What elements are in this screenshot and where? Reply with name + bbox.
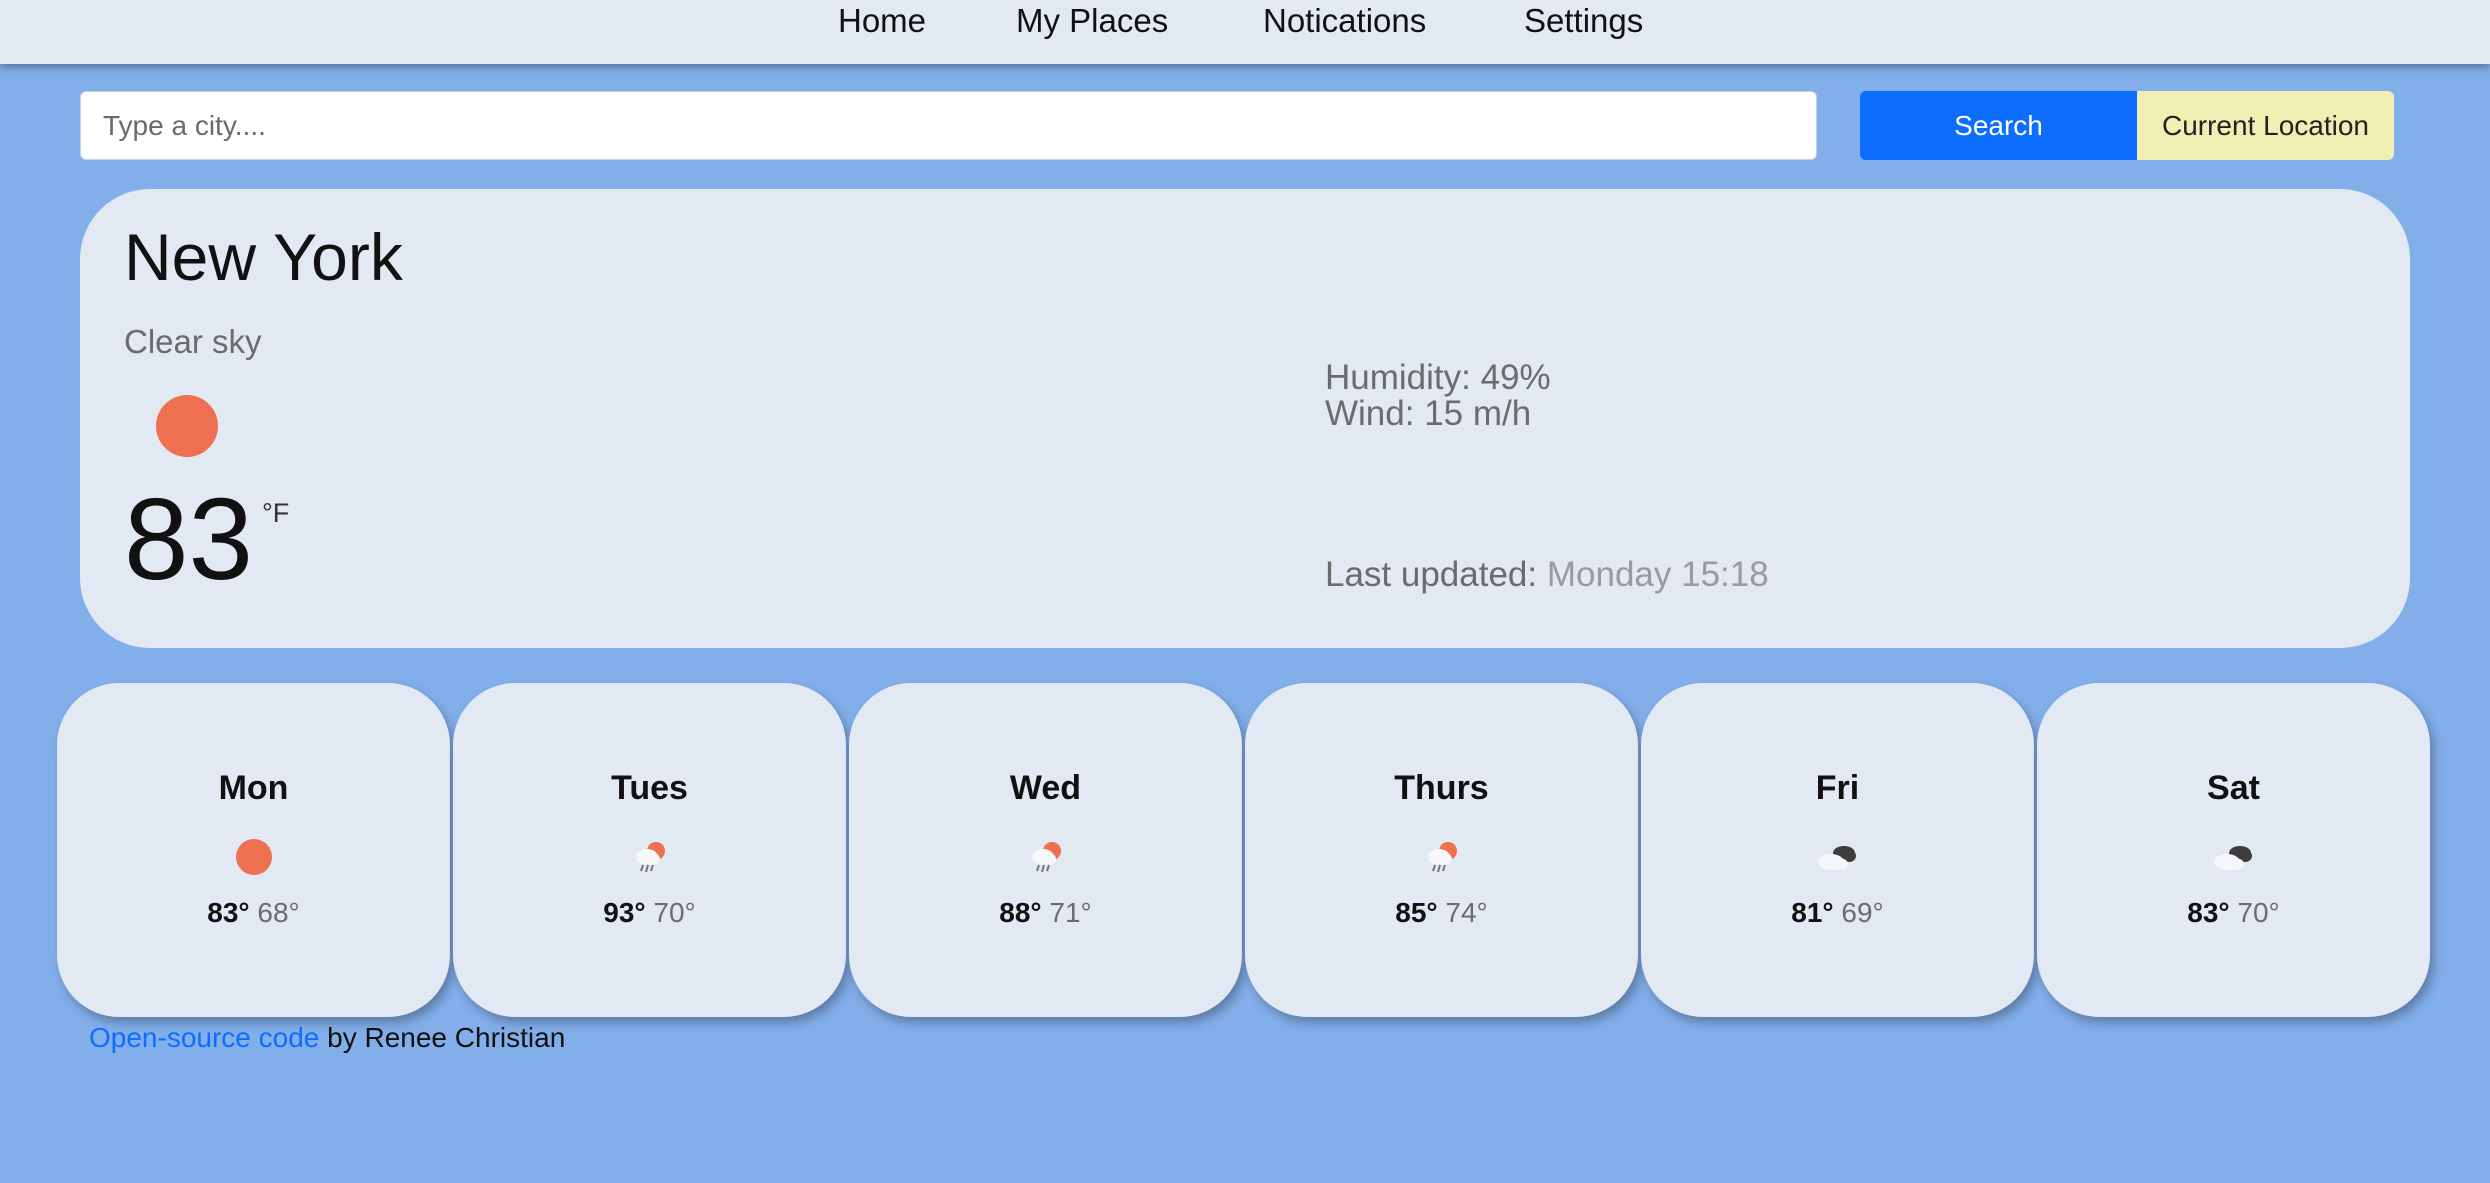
last-updated-label: Last updated: [1325, 555, 1538, 594]
forecast-temps: 83° 68° [57, 897, 450, 929]
forecast-day-name: Thurs [1394, 769, 1489, 807]
forecast-card-mon: Mon 83° 68° [57, 683, 450, 1017]
forecast-min: 71° [1049, 897, 1092, 928]
wind-text: Wind: 15 m/h [1325, 394, 1532, 433]
forecast-day-name: Tues [611, 769, 688, 807]
city-search-input[interactable] [80, 91, 1817, 160]
footer: Open-source code by Renee Christian [89, 1022, 565, 1054]
current-location-button[interactable]: Current Location [2137, 91, 2394, 160]
last-updated: Last updated: Monday 15:18 [1325, 555, 1769, 595]
nav-my-places[interactable]: My Places [1016, 0, 1168, 42]
forecast-day-name: Fri [1815, 769, 1860, 807]
forecast-max: 88° [999, 897, 1042, 928]
forecast-max: 93° [603, 897, 646, 928]
nav-notications[interactable]: Notications [1263, 0, 1426, 42]
nav-settings[interactable]: Settings [1524, 0, 1643, 42]
forecast-temps: 81° 69° [1641, 897, 2034, 929]
sun-icon [156, 395, 218, 457]
open-source-link[interactable]: Open-source code [89, 1022, 319, 1053]
last-updated-time: Monday 15:18 [1546, 555, 1769, 594]
rain-sun-icon [1415, 835, 1469, 879]
weather-description: Clear sky [124, 323, 262, 360]
forecast-min: 70° [2237, 897, 2280, 928]
forecast-card-fri: Fri 81° 69° [1641, 683, 2034, 1017]
forecast-card-thurs: Thurs 85° 74° [1245, 683, 1638, 1017]
forecast-max: 83° [207, 897, 250, 928]
rain-sun-icon [623, 835, 677, 879]
forecast-day-name: Wed [1009, 769, 1082, 807]
current-weather-card: New York Clear sky 83 °F Humidity: 49% W… [80, 189, 2410, 648]
forecast-card-tues: Tues 93° 70° [453, 683, 846, 1017]
forecast-day-name: Mon [218, 769, 289, 807]
current-temperature: 83 [124, 474, 254, 604]
forecast-temps: 93° 70° [453, 897, 846, 929]
forecast-min: 74° [1445, 897, 1488, 928]
forecast-min: 68° [257, 897, 300, 928]
city-name: New York [124, 220, 403, 294]
forecast-temps: 85° 74° [1245, 897, 1638, 929]
forecast-max: 83° [2187, 897, 2230, 928]
broken-clouds-icon [2207, 835, 2261, 879]
forecast-min: 70° [653, 897, 696, 928]
search-button[interactable]: Search [1860, 91, 2137, 160]
nav-home[interactable]: Home [838, 0, 926, 42]
forecast-card-sat: Sat 83° 70° [2037, 683, 2430, 1017]
forecast-temps: 88° 71° [849, 897, 1242, 929]
top-navbar: Home My Places Notications Settings [0, 0, 2490, 64]
temperature-unit: °F [262, 498, 290, 528]
broken-clouds-icon [1811, 835, 1865, 879]
footer-byline: by Renee Christian [327, 1022, 566, 1053]
rain-sun-icon [1019, 835, 1073, 879]
forecast-day-name: Sat [2207, 769, 2260, 807]
sun-icon [227, 835, 281, 879]
forecast-min: 69° [1841, 897, 1884, 928]
humidity-text: Humidity: 49% [1325, 358, 1551, 397]
forecast-max: 81° [1791, 897, 1834, 928]
forecast-max: 85° [1395, 897, 1438, 928]
weather-details: Humidity: 49% Wind: 15 m/h [1325, 360, 1551, 432]
forecast-card-wed: Wed 88° 71° [849, 683, 1242, 1017]
forecast-temps: 83° 70° [2037, 897, 2430, 929]
